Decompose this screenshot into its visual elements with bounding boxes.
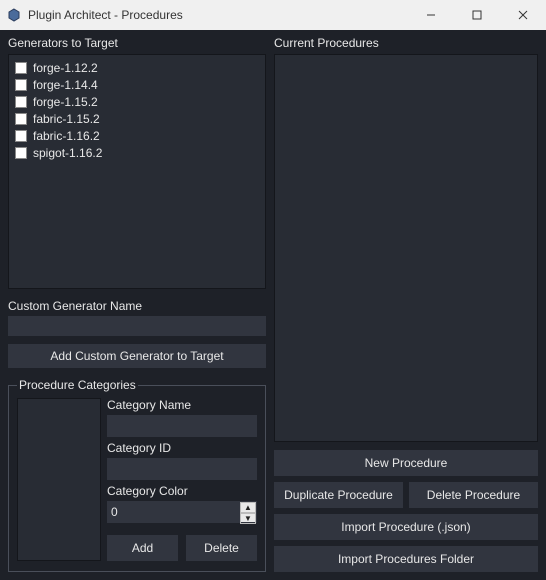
number-spinner: ▲ ▼: [240, 502, 256, 522]
generator-label: forge-1.12.2: [33, 61, 98, 75]
generator-row[interactable]: forge-1.14.4: [15, 76, 259, 93]
current-procedures-label: Current Procedures: [274, 36, 538, 50]
checkbox[interactable]: [15, 130, 27, 142]
checkbox[interactable]: [15, 147, 27, 159]
generators-list[interactable]: forge-1.12.2 forge-1.14.4 forge-1.15.2 f…: [8, 54, 266, 289]
category-name-input[interactable]: [107, 415, 257, 437]
category-list[interactable]: [17, 398, 101, 561]
window-buttons: [408, 0, 546, 30]
checkbox[interactable]: [15, 79, 27, 91]
category-color-input[interactable]: [107, 501, 257, 523]
procedures-list[interactable]: [274, 54, 538, 442]
generator-row[interactable]: spigot-1.16.2: [15, 144, 259, 161]
checkbox[interactable]: [15, 113, 27, 125]
right-column: Current Procedures New Procedure Duplica…: [274, 36, 538, 572]
generator-label: fabric-1.15.2: [33, 112, 100, 126]
add-custom-generator-button[interactable]: Add Custom Generator to Target: [8, 344, 266, 368]
category-name-label: Category Name: [107, 398, 257, 412]
checkbox[interactable]: [15, 62, 27, 74]
category-delete-button[interactable]: Delete: [186, 535, 257, 561]
generator-row[interactable]: fabric-1.16.2: [15, 127, 259, 144]
custom-generator-label: Custom Generator Name: [8, 299, 266, 313]
generator-label: forge-1.15.2: [33, 95, 98, 109]
duplicate-procedure-button[interactable]: Duplicate Procedure: [274, 482, 403, 508]
generator-label: fabric-1.16.2: [33, 129, 100, 143]
category-id-input[interactable]: [107, 458, 257, 480]
titlebar: Plugin Architect - Procedures: [0, 0, 546, 30]
spinner-up-icon[interactable]: ▲: [240, 502, 256, 513]
generator-row[interactable]: fabric-1.15.2: [15, 110, 259, 127]
maximize-button[interactable]: [454, 0, 500, 30]
generator-row[interactable]: forge-1.12.2: [15, 59, 259, 76]
generators-label: Generators to Target: [8, 36, 266, 50]
category-form: Category Name Category ID Category Color…: [107, 398, 257, 561]
generator-label: forge-1.14.4: [33, 78, 98, 92]
delete-procedure-button[interactable]: Delete Procedure: [409, 482, 538, 508]
app-icon: [6, 7, 22, 23]
generator-label: spigot-1.16.2: [33, 146, 102, 160]
checkbox[interactable]: [15, 96, 27, 108]
window-title: Plugin Architect - Procedures: [28, 8, 408, 22]
import-procedures-folder-button[interactable]: Import Procedures Folder: [274, 546, 538, 572]
left-column: Generators to Target forge-1.12.2 forge-…: [8, 36, 266, 572]
procedure-categories-group: Procedure Categories Category Name Categ…: [8, 378, 266, 572]
close-button[interactable]: [500, 0, 546, 30]
category-add-button[interactable]: Add: [107, 535, 178, 561]
category-color-label: Category Color: [107, 484, 257, 498]
group-legend: Procedure Categories: [17, 378, 138, 392]
import-procedure-json-button[interactable]: Import Procedure (.json): [274, 514, 538, 540]
new-procedure-button[interactable]: New Procedure: [274, 450, 538, 476]
custom-generator-input[interactable]: [8, 316, 266, 336]
minimize-button[interactable]: [408, 0, 454, 30]
procedure-buttons: New Procedure Duplicate Procedure Delete…: [274, 450, 538, 572]
content: Generators to Target forge-1.12.2 forge-…: [0, 30, 546, 580]
generator-row[interactable]: forge-1.15.2: [15, 93, 259, 110]
category-id-label: Category ID: [107, 441, 257, 455]
spinner-down-icon[interactable]: ▼: [240, 513, 256, 524]
